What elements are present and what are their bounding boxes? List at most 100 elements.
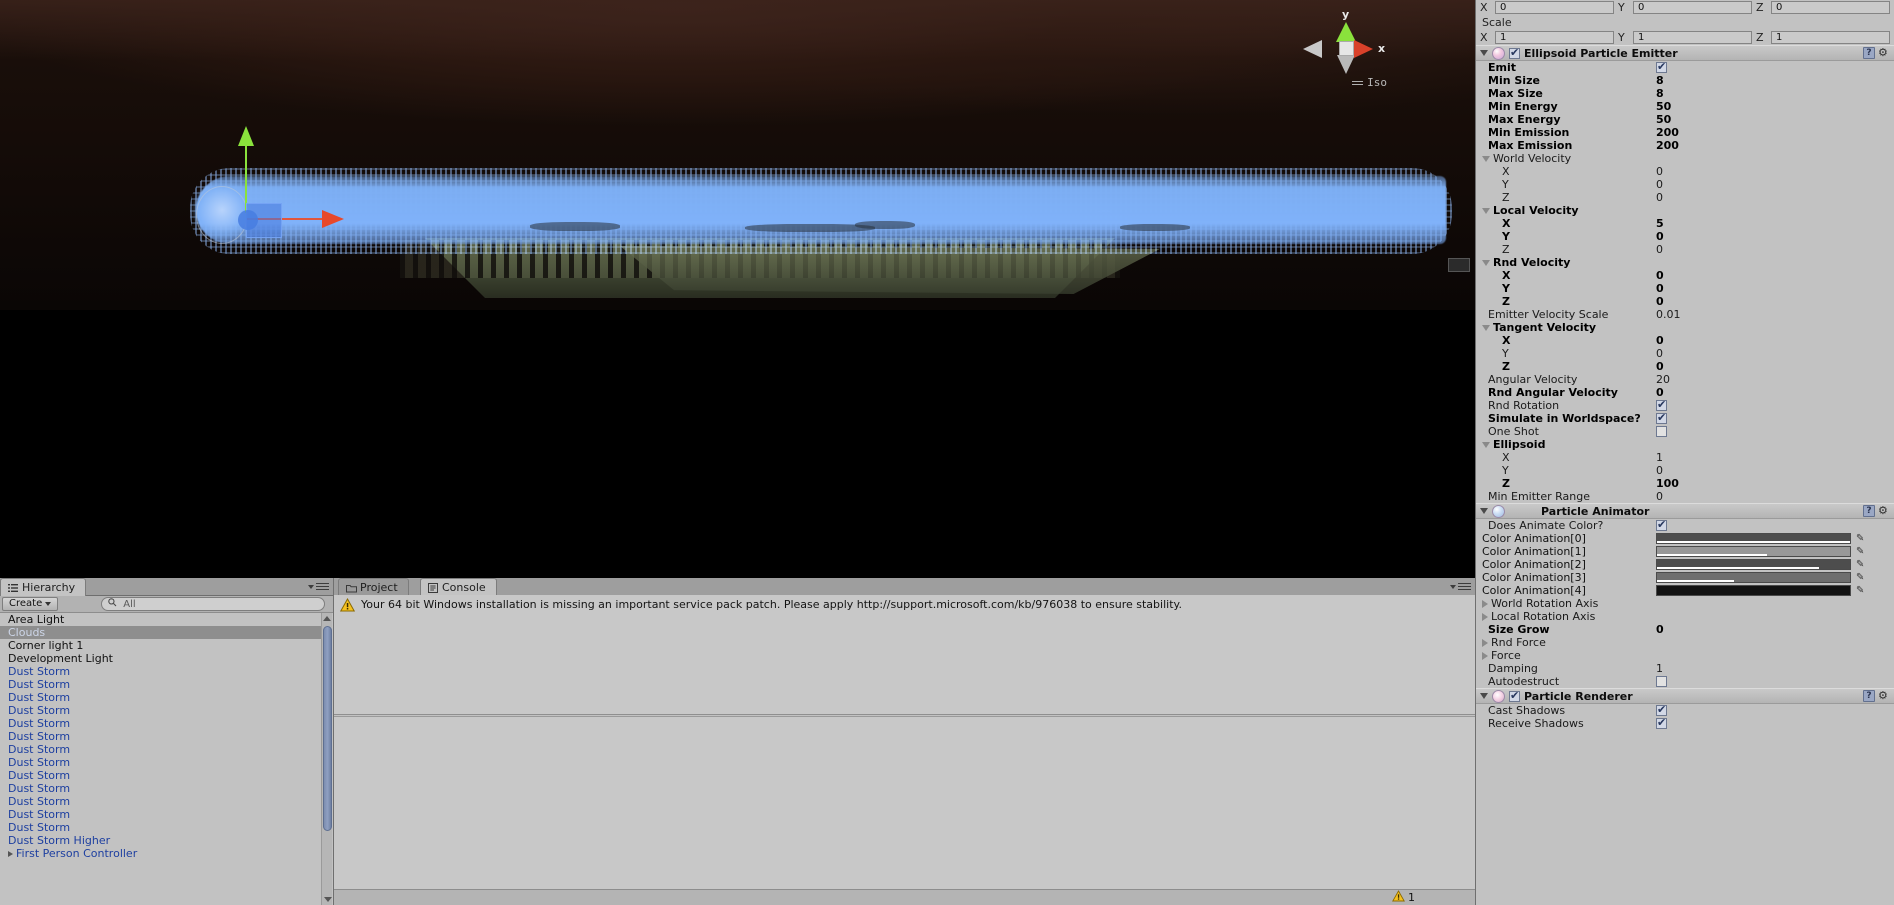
triangle-down-icon[interactable] (1482, 156, 1490, 162)
property-value[interactable]: 5 (1656, 217, 1664, 230)
property-value[interactable]: 100 (1656, 477, 1679, 490)
property-row[interactable]: Z0 (1482, 360, 1894, 373)
property-row[interactable]: Rnd Angular Velocity 0 (1482, 386, 1894, 399)
property-row[interactable]: World Rotation Axis (1482, 597, 1894, 610)
property-row[interactable]: One Shot (1482, 425, 1894, 438)
property-row[interactable]: Force (1482, 649, 1894, 662)
move-gizmo-y-arrow-icon[interactable] (238, 126, 254, 146)
property-row[interactable]: X1 (1482, 451, 1894, 464)
property-row[interactable]: Tangent Velocity (1482, 321, 1894, 334)
property-row[interactable]: Rnd Force (1482, 636, 1894, 649)
property-row[interactable]: Y0 (1482, 464, 1894, 477)
component-header[interactable]: Particle Animator? ⚙ (1476, 503, 1894, 519)
gear-icon[interactable]: ⚙ (1878, 690, 1890, 702)
hierarchy-item[interactable]: Dust Storm (0, 756, 321, 769)
hierarchy-item[interactable]: Dust Storm (0, 717, 321, 730)
property-row[interactable]: Damping 1 (1482, 662, 1894, 675)
eyedropper-icon[interactable]: ✎ (1856, 585, 1864, 596)
axis-gizmo-x-cone-icon[interactable] (1354, 40, 1373, 58)
triangle-right-icon[interactable] (8, 851, 13, 857)
property-value[interactable]: 0 (1656, 191, 1663, 204)
property-value[interactable]: 0 (1656, 243, 1663, 256)
scene-view-projection-toggle[interactable]: Iso (1352, 76, 1387, 89)
property-value[interactable]: 200 (1656, 139, 1679, 152)
property-row[interactable]: X5 (1482, 217, 1894, 230)
gear-icon[interactable]: ⚙ (1878, 47, 1890, 59)
property-row[interactable]: Size Grow 0 (1482, 623, 1894, 636)
property-value[interactable]: 1 (1656, 662, 1663, 675)
property-row[interactable]: X0 (1482, 165, 1894, 178)
color-swatch[interactable] (1656, 559, 1851, 570)
property-row[interactable]: Min Size 8 (1482, 74, 1894, 87)
property-value[interactable]: 8 (1656, 87, 1664, 100)
move-gizmo-x-arrow-icon[interactable] (322, 210, 344, 228)
color-animation-row[interactable]: Color Animation[1] ✎ (1476, 545, 1894, 558)
axis-gizmo-negx-cone-icon[interactable] (1303, 40, 1322, 58)
color-swatch[interactable] (1656, 585, 1851, 596)
property-value[interactable]: 50 (1656, 113, 1671, 126)
color-animation-row[interactable]: Color Animation[0] ✎ (1476, 532, 1894, 545)
console-log-entry[interactable]: Your 64 bit Windows installation is miss… (334, 595, 1475, 615)
color-swatch[interactable] (1656, 572, 1851, 583)
property-row[interactable]: Receive Shadows (1482, 716, 1894, 730)
scene-view[interactable]: y x Iso (0, 0, 1475, 578)
scroll-up-button[interactable] (322, 613, 332, 624)
property-value[interactable]: 0 (1656, 178, 1663, 191)
property-value[interactable]: 0 (1656, 490, 1663, 503)
property-value[interactable]: 1 (1656, 451, 1663, 464)
property-value[interactable]: 0 (1656, 464, 1663, 477)
hierarchy-item[interactable]: Area Light (0, 613, 321, 626)
property-value[interactable]: 0 (1656, 347, 1663, 360)
scale-z-field[interactable]: 1 (1771, 31, 1890, 44)
eyedropper-icon[interactable]: ✎ (1856, 559, 1864, 570)
component-header[interactable]: Ellipsoid Particle Emitter?⚙ (1476, 45, 1894, 61)
inspector-panel[interactable]: X 0 Y 0 Z 0 Scale X 1 Y 1 Z 1 Ellipsoid … (1475, 0, 1894, 905)
create-button[interactable]: Create (2, 597, 59, 611)
property-value[interactable]: 0 (1656, 360, 1664, 373)
component-foldout-icon[interactable] (1480, 508, 1488, 514)
axis-gizmo-negy-cone-icon[interactable] (1337, 55, 1355, 74)
property-row[interactable]: World Velocity (1482, 152, 1894, 165)
hierarchy-item[interactable]: Dust Storm (0, 743, 321, 756)
property-row[interactable]: Cast Shadows (1482, 703, 1894, 717)
triangle-right-icon[interactable] (1482, 600, 1488, 608)
component-foldout-icon[interactable] (1480, 693, 1488, 699)
hierarchy-item[interactable]: Dust Storm (0, 795, 321, 808)
component-header[interactable]: Particle Renderer?⚙ (1476, 688, 1894, 704)
property-row[interactable]: Y0 (1482, 282, 1894, 295)
property-row[interactable]: Y0 (1482, 178, 1894, 191)
hierarchy-item[interactable]: Dust Storm (0, 730, 321, 743)
property-row[interactable]: Max Energy 50 (1482, 113, 1894, 126)
property-checkbox[interactable] (1656, 60, 1667, 73)
move-gizmo-center-handle[interactable] (238, 210, 258, 230)
hierarchy-list[interactable]: Area Light Clouds Corner light 1 Developmen… (0, 613, 321, 905)
property-checkbox[interactable] (1656, 703, 1667, 716)
property-row[interactable]: Z0 (1482, 191, 1894, 204)
hierarchy-item[interactable]: Dust Storm (0, 704, 321, 717)
triangle-down-icon[interactable] (1482, 442, 1490, 448)
hierarchy-item[interactable]: Dust Storm (0, 769, 321, 782)
property-row[interactable]: Max Size 8 (1482, 87, 1894, 100)
property-row[interactable]: Z 100 (1482, 477, 1894, 490)
property-value[interactable]: 50 (1656, 100, 1671, 113)
property-value[interactable]: 20 (1656, 373, 1670, 386)
hierarchy-scrollbar[interactable] (321, 613, 332, 905)
hierarchy-item[interactable]: Dust Storm (0, 665, 321, 678)
help-icon[interactable]: ? (1863, 47, 1875, 59)
tab-project[interactable]: Project (338, 578, 409, 596)
gear-icon[interactable]: ⚙ (1878, 505, 1890, 517)
property-row[interactable]: Min Emitter Range 0 (1482, 490, 1894, 503)
property-value[interactable]: 200 (1656, 126, 1679, 139)
hierarchy-panel-menu-button[interactable] (308, 581, 329, 592)
property-row[interactable]: Y0 (1482, 230, 1894, 243)
axis-gizmo-y-cone-icon[interactable] (1336, 22, 1356, 42)
hierarchy-item[interactable]: Corner light 1 (0, 639, 321, 652)
component-foldout-icon[interactable] (1480, 50, 1488, 56)
property-row[interactable]: Min Emission 200 (1482, 126, 1894, 139)
property-row[interactable]: Emit (1482, 60, 1894, 74)
position-z-field[interactable]: 0 (1771, 1, 1890, 14)
property-value[interactable]: 0 (1656, 282, 1664, 295)
position-y-field[interactable]: 0 (1633, 1, 1752, 14)
property-row[interactable]: Z0 (1482, 243, 1894, 256)
triangle-down-icon[interactable] (1482, 260, 1490, 266)
